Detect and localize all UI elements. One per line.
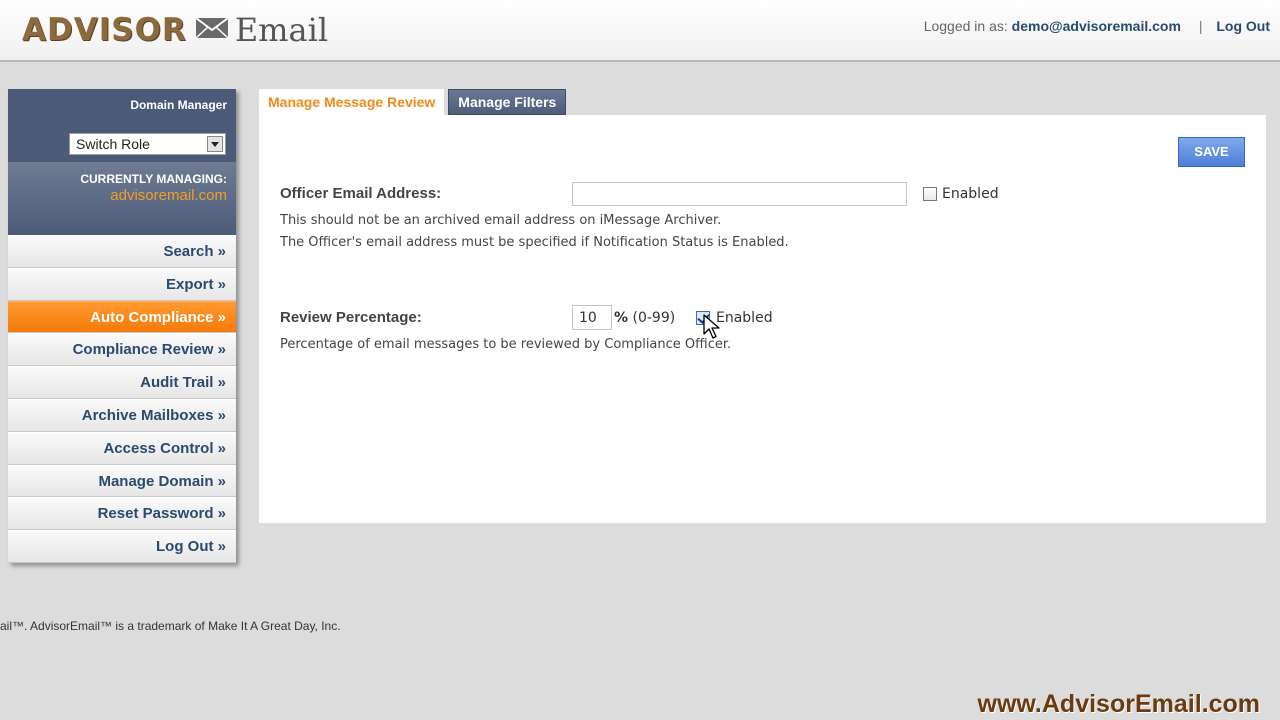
officer-help-text-2: The Officer's email address must be spec… [280,235,789,250]
tab-manage-message-review[interactable]: Manage Message Review [259,89,445,115]
switch-role-value: Switch Role [76,136,150,152]
logo-advisor-text: ADVISOR [22,12,187,48]
sidebar-title: Domain Manager [130,98,227,112]
percent-sign: % [614,310,629,326]
review-help-text: Percentage of email messages to be revie… [280,337,732,352]
currently-managing-panel: CURRENTLY MANAGING: advisoremail.com [8,162,236,235]
officer-enabled-label: Enabled [942,186,999,202]
review-enabled-label: Enabled [716,310,773,326]
header-logout-link[interactable]: Log Out [1216,18,1270,34]
officer-help-text-1: This should not be an archived email add… [280,213,722,228]
sidebar-item-search[interactable]: Search » [8,235,236,268]
sidebar-item-reset-password[interactable]: Reset Password » [8,497,236,531]
sidebar-item-archive-mailboxes[interactable]: Archive Mailboxes » [8,398,236,432]
currently-managing-domain: advisoremail.com [110,187,227,204]
switch-role-select[interactable]: Switch Role [69,133,226,155]
sidebar-item-auto-compliance[interactable]: Auto Compliance » [8,300,236,334]
sidebar-item-export[interactable]: Export » [8,267,236,301]
save-button[interactable]: SAVE [1178,137,1245,167]
currently-managing-label: CURRENTLY MANAGING: [80,172,227,186]
content-panel: SAVE Officer Email Address: Enabled This… [259,115,1266,523]
logo-email-text: Email [234,11,329,49]
footer-trademark: ail™. AdvisorEmail™ is a trademark of Ma… [0,619,341,633]
advisor-email-logo[interactable]: ADVISOR Email [22,10,328,50]
sidebar-item-compliance-review[interactable]: Compliance Review » [8,333,236,367]
review-percentage-label: Review Percentage: [280,309,422,326]
sidebar: Domain Manager Switch Role CURRENTLY MAN… [8,89,236,563]
sidebar-item-manage-domain[interactable]: Manage Domain » [8,464,236,498]
watermark-url: www.AdvisorEmail.com [977,690,1260,718]
review-range: (0-99) [632,310,676,326]
logged-in-label: Logged in as: [923,18,1008,34]
user-email: demo@advisoremail.com [1011,18,1181,34]
envelope-icon [195,17,229,43]
officer-enabled-checkbox[interactable] [923,187,937,201]
officer-email-field[interactable] [572,182,907,206]
tab-bar: Manage Message Review Manage Filters [259,89,570,116]
top-header: ADVISOR Email Logged in as: demo@advisor… [0,0,1280,62]
sidebar-item-audit-trail[interactable]: Audit Trail » [8,366,236,399]
tab-manage-filters[interactable]: Manage Filters [448,89,567,115]
review-percentage-field[interactable] [572,305,612,330]
sidebar-header: Domain Manager Switch Role [8,89,236,162]
review-percentage-unit: % (0-99) [614,310,675,326]
header-separator: | [1198,18,1203,34]
sidebar-item-log-out[interactable]: Log Out » [8,530,236,563]
officer-email-label: Officer Email Address: [280,185,442,202]
chevron-down-icon[interactable] [207,136,223,152]
mouse-pointer-icon [703,314,720,339]
user-bar: Logged in as: demo@advisoremail.com | Lo… [924,18,1270,34]
sidebar-item-access-control[interactable]: Access Control » [8,431,236,465]
